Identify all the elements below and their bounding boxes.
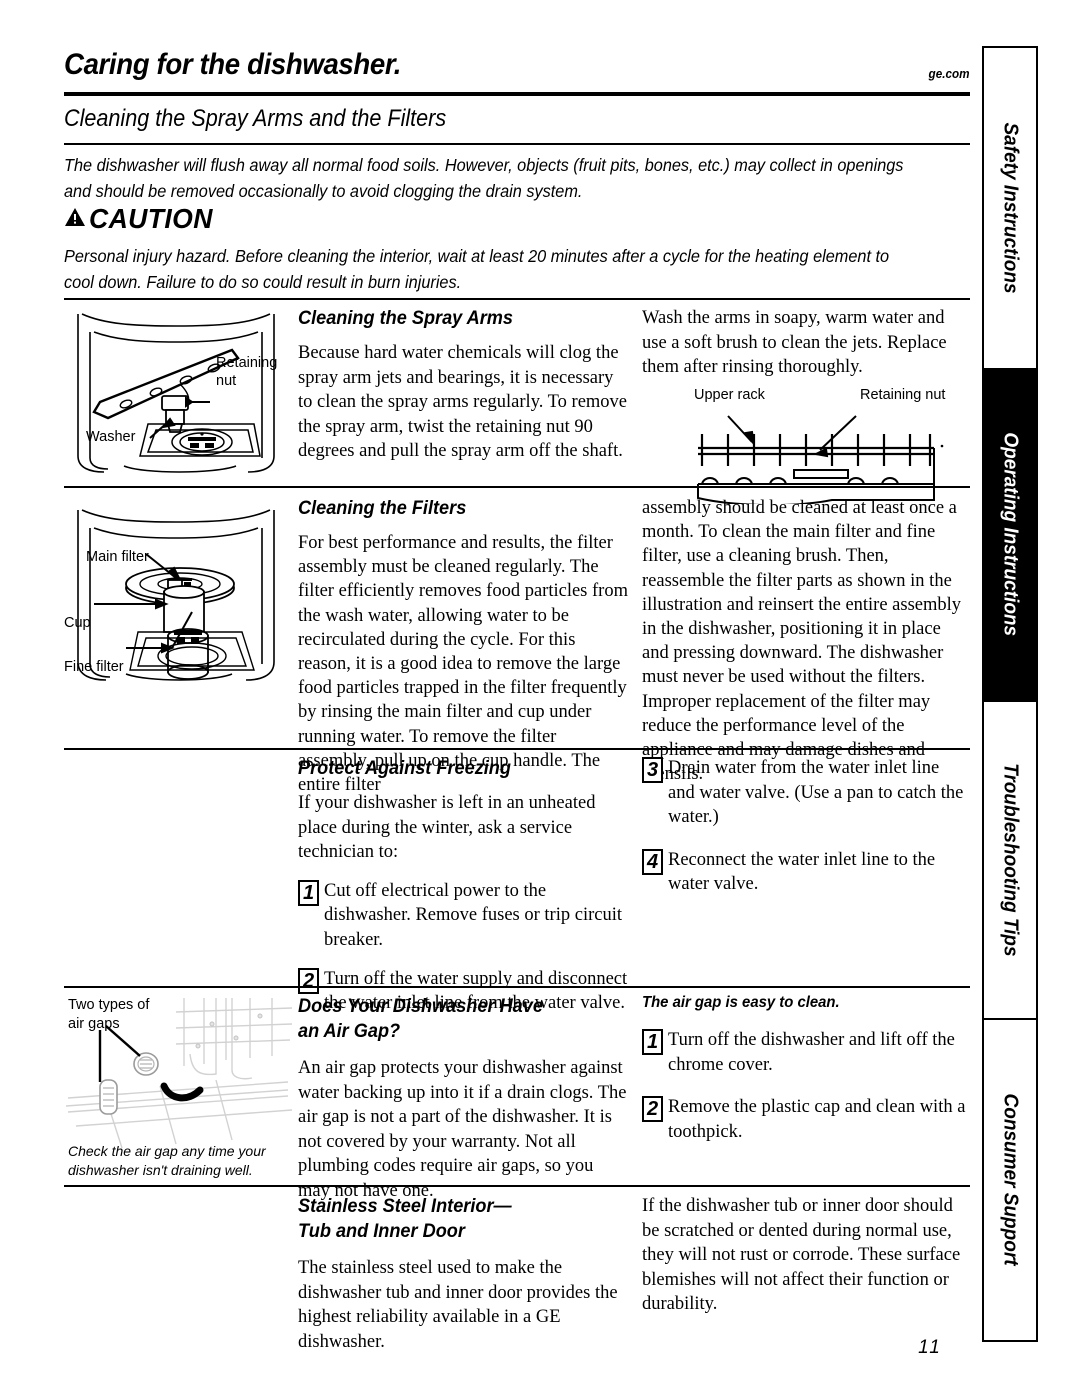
step-text: Remove the plastic cap and clean with a … <box>668 1097 966 1142</box>
caution-text: Personal injury hazard. Before cleaning … <box>64 246 890 292</box>
step-text: Turn off the dishwasher and lift off the… <box>668 1030 955 1075</box>
freezing-step-4: 4 Reconnect the water inlet line to the … <box>642 848 970 897</box>
spray-arms-text-left: Because hard water chemicals will clog t… <box>298 343 628 462</box>
filters-heading: Cleaning the Filters <box>298 497 467 519</box>
caution-label: CAUTION <box>89 203 213 234</box>
step-text: Cut off electrical power to the dishwash… <box>324 880 622 950</box>
upper-rack-figure: Upper rack Retaining nut <box>642 386 970 506</box>
label-upper-rack: Upper rack <box>694 386 765 403</box>
caution-rule <box>64 298 970 300</box>
divider-4 <box>64 1185 970 1187</box>
air-gap-step-1: 1 Turn off the dishwasher and lift off t… <box>642 1028 970 1077</box>
step-number: 2 <box>642 1096 663 1123</box>
label-two-types-of-air-gaps: Two types of air gaps <box>68 997 150 1032</box>
stainless-heading: Stainless Steel Interior— Tub and Inner D… <box>298 1195 512 1242</box>
warning-triangle-icon <box>64 207 86 227</box>
filter-figure: Main filter Cup Fine filter <box>64 496 292 686</box>
spray-arm-figure: Retaining nut Washer <box>64 306 292 476</box>
header-rule <box>64 92 970 96</box>
tab-consumer-support[interactable]: Consumer Support <box>984 1018 1036 1340</box>
section-subtitle: Cleaning the Spray Arms and the Filters <box>64 105 447 132</box>
tab-safety-instructions[interactable]: Safety Instructions <box>984 48 1036 368</box>
page-number: 11 <box>918 1337 942 1358</box>
air-gap-step-2: 2 Remove the plastic cap and clean with … <box>642 1095 970 1144</box>
label-retaining-nut: Retaining nut <box>216 355 278 389</box>
tab-label: Operating Instructions <box>999 432 1022 636</box>
tab-label: Consumer Support <box>999 1093 1022 1267</box>
air-gap-caption: Check the air gap any time your dishwash… <box>68 1143 266 1178</box>
spray-arms-text-right: Wash the arms in soapy, warm water and u… <box>642 308 947 378</box>
step-number: 3 <box>642 757 663 783</box>
page-title: Caring for the dishwasher. <box>64 48 402 81</box>
freezing-step-3: 3 Drain water from the water inlet line … <box>642 756 970 830</box>
filters-text-right: assembly should be cleaned at least once… <box>642 498 962 785</box>
stainless-text-left: The stainless steel used to make the dis… <box>298 1258 618 1352</box>
label-fine-filter: Fine filter <box>64 659 124 675</box>
label-retaining-nut-2: Retaining nut <box>860 386 946 403</box>
subtitle-rule <box>64 143 970 145</box>
air-gap-heading: Does Your Dishwasher Have an Air Gap? <box>298 995 543 1042</box>
step-text: Drain water from the water inlet line an… <box>668 758 964 828</box>
tab-troubleshooting-tips[interactable]: Troubleshooting Tips <box>984 700 1036 1018</box>
stainless-text-right: If the dishwasher tub or inner door shou… <box>642 1196 961 1315</box>
step-text: Reconnect the water inlet line to the wa… <box>668 849 936 895</box>
freezing-heading: Protect Against Freezing <box>298 757 511 779</box>
manual-page: Caring for the dishwasher. ge.com Cleani… <box>0 0 1080 1397</box>
air-gap-figure: Two types of air gaps Check the air gap a… <box>64 994 292 1178</box>
freezing-intro: If your dishwasher is left in an unheate… <box>298 793 596 863</box>
tab-operating-instructions[interactable]: Operating Instructions <box>984 368 1036 700</box>
label-washer: Washer <box>86 429 136 445</box>
spray-arms-heading: Cleaning the Spray Arms <box>298 307 514 329</box>
divider-1 <box>64 486 970 488</box>
air-gap-text: An air gap protects your dishwasher agai… <box>298 1058 627 1201</box>
caution-block: CAUTION <box>64 203 219 235</box>
tab-label: Safety Instructions <box>999 122 1022 294</box>
step-number: 1 <box>298 879 319 906</box>
label-cup: Cup <box>64 615 91 631</box>
freezing-step-1: 1 Cut off electrical power to the dishwa… <box>298 879 628 953</box>
tab-label: Troubleshooting Tips <box>999 763 1022 957</box>
section-tab-rail: Safety Instructions Operating Instructio… <box>982 46 1038 1342</box>
label-main-filter: Main filter <box>86 549 149 565</box>
step-number: 4 <box>642 848 663 875</box>
air-gap-clean-heading: The air gap is easy to clean. <box>642 994 840 1011</box>
intro-paragraph: The dishwasher will flush away all norma… <box>64 155 904 201</box>
divider-3 <box>64 986 970 988</box>
divider-2 <box>64 748 970 750</box>
website-label: ge.com <box>929 66 970 81</box>
step-number: 2 <box>298 967 319 994</box>
step-number: 1 <box>642 1029 663 1055</box>
